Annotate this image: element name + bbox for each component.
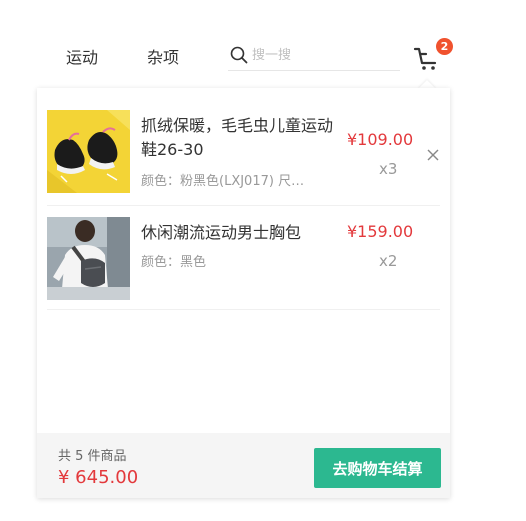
mini-cart-panel: 抓绒保暖，毛毛虫儿童运动鞋26-30 颜色：粉黑色(LXJ017) 尺… ¥10… xyxy=(37,88,450,498)
cart-count-badge: 2 xyxy=(436,38,453,55)
cart-item[interactable]: 抓绒保暖，毛毛虫儿童运动鞋26-30 颜色：粉黑色(LXJ017) 尺… ¥10… xyxy=(47,98,440,206)
product-image-kids-shoes[interactable] xyxy=(47,110,130,193)
product-spec: 颜色：黑色 xyxy=(141,255,207,270)
top-nav: 运动 杂项 2 xyxy=(0,0,526,88)
product-quantity: x3 xyxy=(379,160,398,178)
product-spec: 颜色：粉黑色(LXJ017) 尺… xyxy=(141,174,305,189)
search-icon[interactable] xyxy=(230,46,248,68)
total-price: ¥ 645.00 xyxy=(58,467,139,488)
product-title[interactable]: 休闲潮流运动男士胸包 xyxy=(141,221,341,245)
close-icon xyxy=(427,149,439,161)
page: 运动 杂项 2 xyxy=(0,0,526,521)
nav-link-misc[interactable]: 杂项 xyxy=(147,44,179,68)
product-price: ¥159.00 xyxy=(347,222,414,241)
cart-item[interactable]: 休闲潮流运动男士胸包 颜色：黑色 ¥159.00 x2 xyxy=(47,205,440,310)
total-item-count: 共 5 件商品 xyxy=(58,449,127,464)
cart-summary-footer: 共 5 件商品 ¥ 645.00 去购物车结算 xyxy=(37,433,450,498)
nav-link-sports[interactable]: 运动 xyxy=(66,44,98,68)
product-quantity: x2 xyxy=(379,252,398,270)
product-image-chest-bag[interactable] xyxy=(47,217,130,300)
checkout-button[interactable]: 去购物车结算 xyxy=(314,448,441,488)
remove-item-button[interactable] xyxy=(426,147,440,161)
search-input[interactable] xyxy=(252,44,392,66)
cart-button[interactable]: 2 xyxy=(413,38,453,72)
product-price: ¥109.00 xyxy=(347,130,414,149)
search-box xyxy=(228,40,400,71)
product-title[interactable]: 抓绒保暖，毛毛虫儿童运动鞋26-30 xyxy=(141,114,341,162)
